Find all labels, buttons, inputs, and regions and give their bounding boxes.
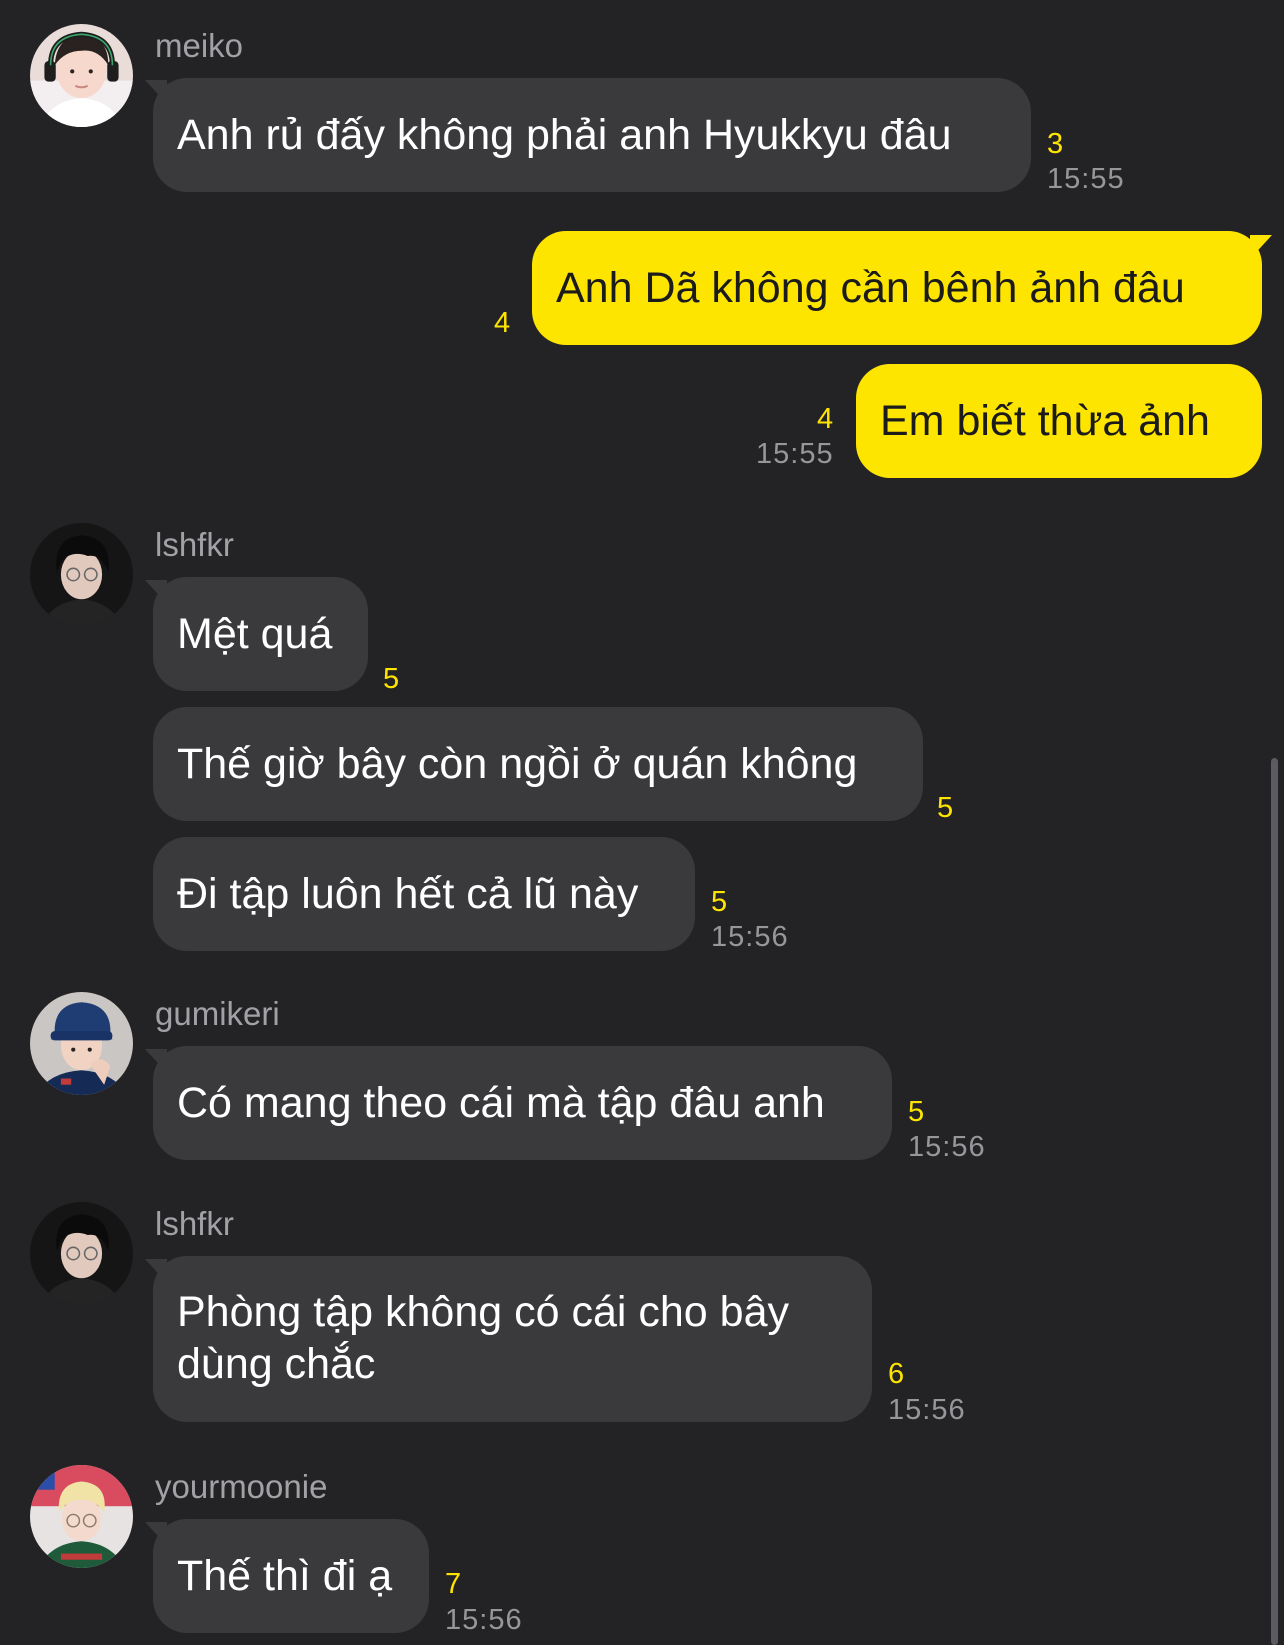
message-time: 15:56 xyxy=(445,1604,523,1636)
scrollbar[interactable] xyxy=(1271,758,1278,1645)
message-bubble[interactable]: Phòng tập không có cái cho bây dùng chắc xyxy=(153,1256,872,1422)
message-bubble[interactable]: Em biết thừa ảnh xyxy=(856,364,1262,478)
unread-count: 3 xyxy=(1047,128,1064,160)
message-time: 15:56 xyxy=(908,1131,986,1163)
unread-count: 7 xyxy=(445,1568,462,1600)
avatar-meiko-image xyxy=(30,24,133,127)
unread-count: 5 xyxy=(908,1096,925,1128)
message-text: Có mang theo cái mà tập đâu anh xyxy=(177,1079,825,1127)
avatar-lshfkr[interactable] xyxy=(30,523,133,626)
avatar-lshfkr-image xyxy=(30,523,133,626)
unread-count: 5 xyxy=(383,663,400,695)
unread-count: 5 xyxy=(937,792,954,824)
message-text: Thế giờ bây còn ngồi ở quán không xyxy=(177,740,858,788)
message-bubble[interactable]: Mệt quá xyxy=(153,577,368,691)
message-bubble[interactable]: Thế giờ bây còn ngồi ở quán không xyxy=(153,707,923,821)
sender-name: lshfkr xyxy=(155,526,234,563)
unread-count: 5 xyxy=(711,886,728,918)
avatar-yourmoonie-image xyxy=(30,1465,133,1568)
message-text: Đi tập luôn hết cả lũ này xyxy=(177,870,639,918)
message-time: 15:56 xyxy=(888,1394,966,1426)
message-bubble[interactable]: Có mang theo cái mà tập đâu anh xyxy=(153,1046,892,1160)
avatar-lshfkr[interactable] xyxy=(30,1202,133,1305)
message-text: Thế thì đi ạ xyxy=(177,1552,393,1600)
sender-name: lshfkr xyxy=(155,1205,234,1242)
unread-count: 6 xyxy=(888,1358,905,1390)
message-bubble[interactable]: Anh Dã không cần bênh ảnh đâu xyxy=(532,231,1262,345)
message-text: Mệt quá xyxy=(177,610,333,658)
avatar-yourmoonie[interactable] xyxy=(30,1465,133,1568)
unread-count: 4 xyxy=(817,403,834,435)
sender-name: gumikeri xyxy=(155,995,280,1032)
chat-message-list[interactable]: meiko Anh rủ đấy không phải anh Hyukkyu … xyxy=(0,0,1284,1645)
avatar-gumikeri[interactable] xyxy=(30,992,133,1095)
avatar-lshfkr-image xyxy=(30,1202,133,1305)
sender-name: meiko xyxy=(155,27,244,64)
message-text: Anh rủ đấy không phải anh Hyukkyu đâu xyxy=(177,111,952,159)
message-time: 15:56 xyxy=(711,921,789,953)
message-bubble[interactable]: Đi tập luôn hết cả lũ này xyxy=(153,837,695,951)
sender-name: yourmoonie xyxy=(155,1468,328,1505)
message-text: Em biết thừa ảnh xyxy=(880,397,1210,445)
avatar-meiko[interactable] xyxy=(30,24,133,127)
unread-count: 4 xyxy=(494,307,511,339)
message-bubble[interactable]: Anh rủ đấy không phải anh Hyukkyu đâu xyxy=(153,78,1031,192)
avatar-gumikeri-image xyxy=(30,992,133,1095)
message-time: 15:55 xyxy=(756,438,834,470)
message-text: Anh Dã không cần bênh ảnh đâu xyxy=(556,264,1185,312)
message-text: Phòng tập không có cái cho bây dùng chắc xyxy=(177,1288,789,1388)
message-bubble[interactable]: Thế thì đi ạ xyxy=(153,1519,429,1633)
message-time: 15:55 xyxy=(1047,163,1125,195)
